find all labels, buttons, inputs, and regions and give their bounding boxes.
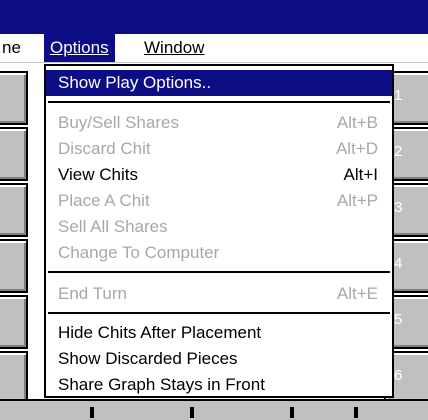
- menu-item-label: Change To Computer: [58, 243, 220, 262]
- menu-item-label: End Turn: [58, 284, 127, 303]
- menu-item-label: Show Discarded Pieces: [58, 349, 238, 368]
- left-slot: [0, 351, 28, 405]
- rail-tick: [190, 407, 194, 418]
- menu-item-shortcut: Alt+E: [336, 284, 378, 303]
- menu-item-hide-chits-after-placement[interactable]: Hide Chits After Placement: [46, 320, 392, 346]
- menu-item-label: Share Graph Stays in Front: [58, 375, 265, 394]
- left-slot: [0, 71, 28, 125]
- menu-item-partial[interactable]: ne: [0, 34, 27, 62]
- left-slot: [0, 183, 28, 237]
- menu-item-place-a-chit[interactable]: Place A Chit Alt+P: [46, 188, 392, 214]
- menu-item-label: Hide Chits After Placement: [58, 323, 262, 342]
- menu-separator: [48, 312, 390, 314]
- left-slot: [0, 239, 28, 293]
- menu-item-label: Discard Chit: [58, 139, 151, 158]
- menu-item-show-play-options[interactable]: Show Play Options..: [46, 70, 392, 96]
- menu-item-discard-chit[interactable]: Discard Chit Alt+D: [46, 136, 392, 162]
- row-number: 3: [394, 199, 403, 216]
- menu-window[interactable]: Window: [138, 34, 210, 62]
- row-number: 6: [394, 367, 403, 384]
- row-number: 2: [394, 143, 403, 160]
- menu-item-label: Place A Chit: [58, 191, 150, 210]
- menu-bar: ne Options Window: [0, 34, 428, 63]
- menu-item-label: View Chits: [58, 165, 138, 184]
- left-slot: [0, 127, 28, 181]
- rail-tick: [290, 407, 294, 418]
- row-number: 4: [394, 255, 403, 272]
- menu-window-label: Window: [144, 38, 205, 57]
- menu-item-end-turn[interactable]: End Turn Alt+E: [46, 281, 392, 307]
- menu-item-label: Sell All Shares: [58, 217, 168, 236]
- rail-tick: [90, 407, 94, 418]
- menu-item-view-chits[interactable]: View Chits Alt+I: [46, 162, 392, 188]
- menu-item-change-to-computer[interactable]: Change To Computer: [46, 240, 392, 266]
- bottom-rail: [0, 399, 428, 420]
- menu-item-shortcut: Alt+B: [336, 113, 378, 132]
- row-number: 1: [394, 87, 403, 104]
- menu-separator: [48, 101, 390, 103]
- menu-separator: [48, 271, 390, 273]
- menu-item-shortcut: Alt+I: [343, 165, 379, 184]
- options-menu-dropdown: Show Play Options.. Buy/Sell Shares Alt+…: [44, 64, 394, 398]
- menu-item-label: Buy/Sell Shares: [58, 113, 179, 132]
- menu-options-label: Options: [50, 38, 109, 57]
- menu-item-shortcut: Alt+P: [336, 191, 378, 210]
- row-number: 5: [394, 311, 403, 328]
- left-slot: [0, 295, 28, 349]
- menu-item-show-discarded-pieces[interactable]: Show Discarded Pieces: [46, 346, 392, 372]
- menu-item-sell-all-shares[interactable]: Sell All Shares: [46, 214, 392, 240]
- rail-tick: [354, 407, 358, 418]
- title-bar: [0, 0, 428, 34]
- menu-item-shortcut: Alt+D: [335, 139, 378, 158]
- menu-item-buy-sell-shares[interactable]: Buy/Sell Shares Alt+B: [46, 110, 392, 136]
- menu-options[interactable]: Options: [44, 34, 115, 62]
- menu-item-share-graph-stays-in-front[interactable]: Share Graph Stays in Front: [46, 372, 392, 398]
- menu-item-label: Show Play Options..: [58, 73, 212, 92]
